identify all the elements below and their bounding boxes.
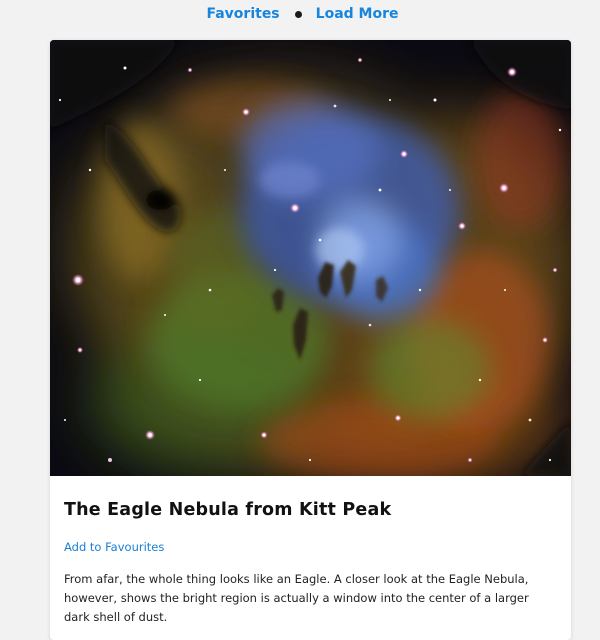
post-title: The Eagle Nebula from Kitt Peak [64,500,392,520]
nav-separator-dot [294,10,302,18]
load-more-link[interactable]: Load More [316,6,399,22]
add-to-favourites-link[interactable]: Add to Favourites [64,540,164,554]
apod-card: The Eagle Nebula from Kitt Peak Add to F… [50,40,571,640]
nebula-image[interactable] [50,40,571,476]
post-description: From afar, the whole thing looks like an… [64,572,529,624]
top-nav: Favorites Load More [0,0,600,28]
favorites-link[interactable]: Favorites [206,6,279,22]
card-body: The Eagle Nebula from Kitt Peak Add to F… [50,476,571,627]
